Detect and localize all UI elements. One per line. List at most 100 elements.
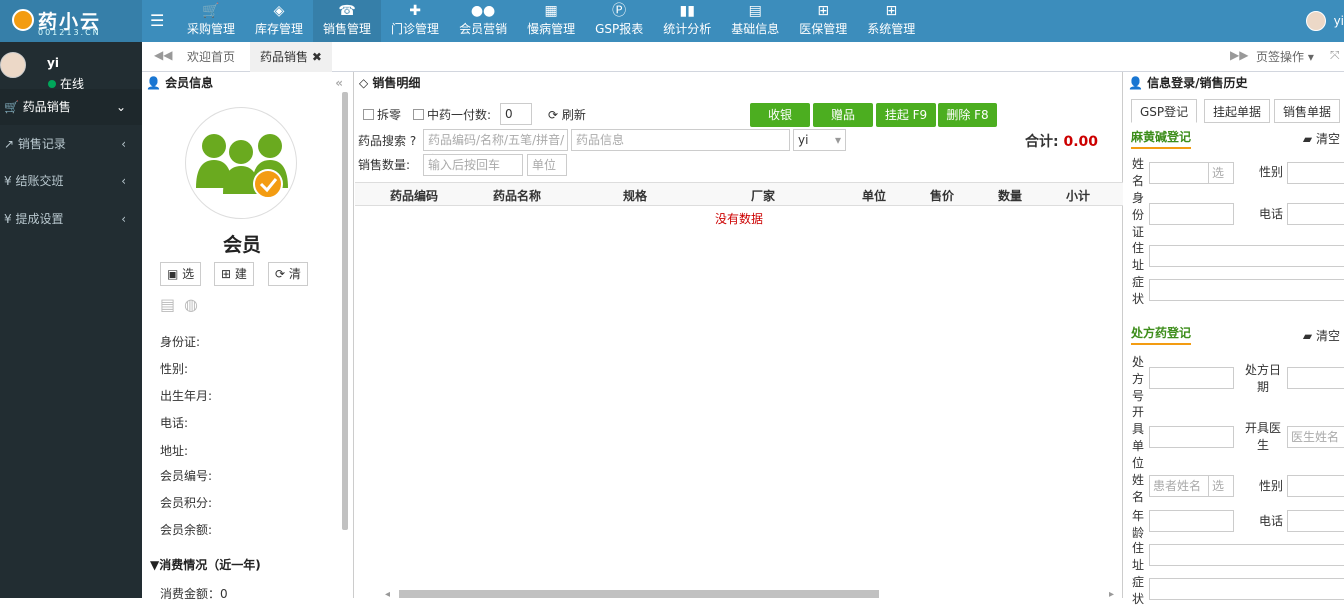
total: 合计: 0.00 bbox=[1025, 134, 1099, 150]
refresh-button[interactable]: ⟳ 刷新 bbox=[548, 106, 586, 123]
phone-input[interactable] bbox=[1287, 203, 1344, 225]
select-member-button[interactable]: ▣ 选 bbox=[160, 262, 202, 286]
scroll-left-icon[interactable]: ◀◀ bbox=[154, 48, 172, 62]
qty-input[interactable]: 输入后按回车 bbox=[423, 154, 523, 176]
collapse-icon[interactable]: « bbox=[335, 72, 343, 94]
drug-info-input[interactable]: 药品信息 bbox=[571, 129, 790, 151]
sidebar-item-shift[interactable]: ¥ 结账交班 ‹ bbox=[0, 163, 142, 199]
user-menu[interactable]: yi bbox=[1305, 10, 1344, 32]
tab-home[interactable]: 欢迎首页 bbox=[175, 42, 247, 72]
member-panel: 👤 会员信息 « 会员 ▣ 选 ⊞ 建 ⟳ 清 ▤ ◍ 身份证: 性别: 出生年月… bbox=[142, 72, 354, 601]
age-label: 年龄 bbox=[1131, 509, 1144, 540]
search-input[interactable]: 药品编码/名称/五笔/拼音/条 bbox=[423, 129, 568, 167]
tab-ops-dropdown[interactable]: 页签操作 ▾ bbox=[1256, 42, 1314, 72]
scroll-right-icon[interactable]: ▶▶ bbox=[1230, 48, 1248, 62]
nav-system[interactable]: ⊞ 系统管理 bbox=[857, 0, 925, 42]
scrollbar[interactable] bbox=[342, 92, 348, 530]
col-unit[interactable]: 单位 bbox=[862, 187, 886, 204]
patient-address-input[interactable] bbox=[1149, 544, 1344, 566]
id-card-icon[interactable]: ▤ bbox=[160, 295, 175, 314]
patient-phone-input[interactable] bbox=[1287, 510, 1344, 532]
col-subtotal[interactable]: 小计 bbox=[1066, 187, 1090, 204]
member-avatar bbox=[185, 107, 297, 219]
sale-panel: ◇ 销售明细 拆零 中药一付数: 0 ⟳ 刷新 收银 赠品 挂起 F9 删除 F… bbox=[355, 72, 1123, 600]
nav-basic[interactable]: ▤ 基础信息 bbox=[721, 0, 789, 42]
patient-symptom-input[interactable] bbox=[1149, 578, 1344, 600]
doctor-input[interactable]: 医生姓名 bbox=[1287, 426, 1344, 448]
age-input[interactable] bbox=[1149, 510, 1234, 532]
nav-purchase[interactable]: 🛒 采购管理 bbox=[177, 0, 245, 42]
wechat-icon[interactable]: ◍ bbox=[184, 295, 198, 314]
patient-sex-label: 性别 bbox=[1259, 479, 1284, 493]
menu-toggle-icon[interactable]: ☰ bbox=[150, 11, 164, 30]
seller-select[interactable]: yi ▾ bbox=[793, 129, 846, 151]
yen-icon: ¥ bbox=[4, 174, 12, 188]
nav-member[interactable]: ●● 会员营销 bbox=[449, 0, 517, 42]
split-checkbox[interactable]: 拆零 bbox=[363, 106, 401, 123]
col-maker[interactable]: 厂家 bbox=[751, 187, 775, 204]
symptom-input[interactable] bbox=[1149, 279, 1344, 301]
horizontal-scrollbar[interactable] bbox=[399, 590, 879, 598]
name-input[interactable] bbox=[1149, 162, 1209, 184]
tcm-checkbox[interactable]: 中药一付数: bbox=[413, 106, 491, 123]
info-panel-header: 👤 信息登录/销售历史 bbox=[1128, 76, 1248, 90]
create-member-button[interactable]: ⊞ 建 bbox=[214, 262, 254, 286]
col-code[interactable]: 药品编码 bbox=[390, 187, 438, 204]
col-name[interactable]: 药品名称 bbox=[493, 187, 541, 204]
nav-gsp[interactable]: Ⓟ GSP报表 bbox=[585, 0, 653, 42]
sex-input[interactable] bbox=[1287, 162, 1344, 184]
member-field-points: 会员积分: bbox=[160, 496, 213, 510]
tcm-count-input[interactable]: 0 bbox=[500, 103, 532, 125]
tab-drug-sales[interactable]: 药品销售 ✖ bbox=[250, 42, 332, 72]
chevron-left-icon: ‹ bbox=[121, 137, 126, 151]
eraser-icon: ▰ bbox=[1302, 329, 1313, 343]
clear-prescription-button[interactable]: ▰ 清空 bbox=[1303, 327, 1340, 344]
grid-header: 药品编码 药品名称 规格 厂家 单位 售价 数量 小计 bbox=[355, 182, 1123, 206]
patient-sex-input[interactable] bbox=[1287, 475, 1344, 497]
col-price[interactable]: 售价 bbox=[930, 187, 954, 204]
nav-clinic[interactable]: ✚ 门诊管理 bbox=[381, 0, 449, 42]
tab-held[interactable]: 挂起单据 bbox=[1204, 99, 1271, 123]
user-name: yi bbox=[1333, 14, 1344, 28]
patient-name-input[interactable]: 患者姓名 bbox=[1149, 475, 1209, 497]
sidebar-user-name: yi bbox=[47, 56, 59, 70]
select-patient-button[interactable]: 选 bbox=[1208, 475, 1234, 497]
checkout-button[interactable]: 收银 bbox=[750, 103, 810, 127]
windows-icon: ⊞ bbox=[885, 3, 898, 19]
rx-date-input[interactable] bbox=[1287, 367, 1344, 389]
address-input[interactable] bbox=[1149, 245, 1344, 267]
nav-inventory[interactable]: ◈ 库存管理 bbox=[245, 0, 313, 42]
sidebar-item-records[interactable]: ↗ 销售记录 ‹ bbox=[0, 126, 142, 162]
nav-chronic[interactable]: ▦ 慢病管理 bbox=[517, 0, 585, 42]
tab-sales-docs[interactable]: 销售单据 bbox=[1274, 99, 1341, 123]
cart-icon: 🛒 bbox=[202, 3, 220, 19]
gift-button[interactable]: 赠品 bbox=[813, 103, 873, 127]
tab-gsp[interactable]: GSP登记 bbox=[1131, 99, 1198, 123]
top-bar: 药小云 001213.CN ☰ 🛒 采购管理 ◈ 库存管理 ☎ 销售管理 ✚ 门诊管理 … bbox=[0, 0, 1344, 42]
select-name-button[interactable]: 选 bbox=[1208, 162, 1234, 184]
issuer-input[interactable] bbox=[1149, 426, 1234, 448]
nav-insurance[interactable]: ⊞ 医保管理 bbox=[789, 0, 857, 42]
hold-button[interactable]: 挂起 F9 bbox=[876, 103, 936, 127]
sex-label: 性别 bbox=[1259, 165, 1284, 179]
col-spec[interactable]: 规格 bbox=[623, 187, 647, 204]
users-icon: ●● bbox=[470, 3, 496, 19]
sidebar-item-commission[interactable]: ¥ 提成设置 ‹ bbox=[0, 201, 142, 237]
col-qty[interactable]: 数量 bbox=[998, 187, 1022, 204]
close-icon[interactable]: ✖ bbox=[312, 50, 322, 64]
doctor-label: 开具医生 bbox=[1244, 421, 1281, 452]
unit-input[interactable]: 单位 bbox=[527, 154, 567, 176]
clear-ephedrine-button[interactable]: ▰ 清空 bbox=[1303, 130, 1340, 147]
member-panel-header: 👤 会员信息 « bbox=[142, 72, 353, 94]
nav-sales[interactable]: ☎ 销售管理 bbox=[313, 0, 382, 42]
nav-stats[interactable]: ▮▮ 统计分析 bbox=[653, 0, 721, 42]
scroll-left-icon[interactable]: ◂ bbox=[385, 589, 390, 600]
scroll-right-icon[interactable]: ▸ bbox=[1109, 589, 1114, 600]
clear-member-button[interactable]: ⟳ 清 bbox=[268, 262, 308, 286]
sidebar-item-sales[interactable]: 🛒 药品销售 ⌄ bbox=[0, 89, 142, 125]
windows-icon: ⊞ bbox=[817, 3, 830, 19]
rx-no-input[interactable] bbox=[1149, 367, 1234, 389]
idcard-input[interactable] bbox=[1149, 203, 1234, 225]
delete-button[interactable]: 删除 F8 bbox=[938, 103, 997, 127]
fullscreen-icon[interactable]: ⤧ bbox=[1330, 48, 1340, 63]
